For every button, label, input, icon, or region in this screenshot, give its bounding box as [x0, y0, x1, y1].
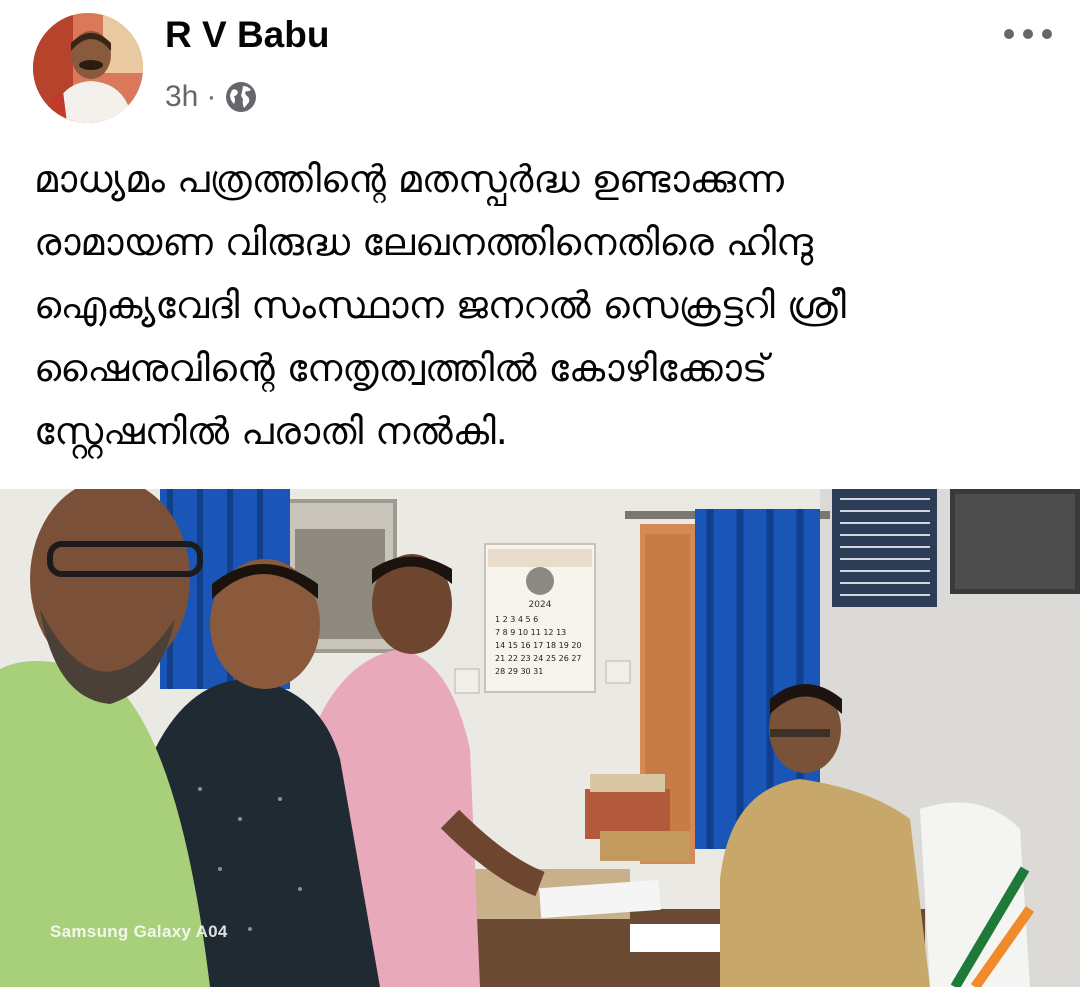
post-text-line: ഷൈനുവിന്റെ നേതൃത്വത്തിൽ കോഴിക്കോട്	[34, 346, 768, 390]
svg-text:21 22 23 24 25 26 27: 21 22 23 24 25 26 27	[495, 654, 582, 663]
author-name[interactable]: R V Babu	[165, 14, 329, 56]
avatar-image	[33, 13, 143, 123]
camera-watermark: Samsung Galaxy A04	[50, 922, 228, 941]
svg-text:7 8 9 10 11 12 13: 7 8 9 10 11 12 13	[495, 628, 566, 637]
more-options-icon[interactable]	[1002, 22, 1054, 46]
post-time[interactable]: 3h	[165, 80, 198, 114]
post-text-line: സ്റ്റേഷനിൽ പരാതി നൽകി.	[34, 409, 508, 453]
post-meta: 3h ·	[165, 80, 258, 114]
author-avatar[interactable]	[33, 13, 143, 123]
post-photo[interactable]: 2024 1 2 3 4 5 6 7 8 9 10 11 12 13 14 15…	[0, 489, 1080, 987]
globe-icon[interactable]	[224, 80, 258, 114]
post-text: മാധ്യമം പത്രത്തിന്റെ മതസ്പർദ്ധ ഉണ്ടാക്കു…	[34, 148, 1054, 463]
post-text-line: രാമായണ വിരുദ്ധ ലേഖനത്തിനെതിരെ ഹിന്ദു	[34, 220, 813, 264]
post-text-line: ഐക്യവേദി സംസ്ഥാന ജനറൽ സെക്രട്ടറി ശ്രീ	[34, 283, 846, 327]
post-text-line: മാധ്യമം പത്രത്തിന്റെ മതസ്പർദ്ധ ഉണ്ടാക്കു…	[34, 157, 784, 201]
photo-illustration: 2024 1 2 3 4 5 6 7 8 9 10 11 12 13 14 15…	[0, 489, 1080, 987]
svg-text:1 2 3 4 5 6: 1 2 3 4 5 6	[495, 615, 538, 624]
meta-separator: ·	[206, 80, 217, 113]
calendar-year: 2024	[529, 600, 552, 610]
wall-calendar: 2024 1 2 3 4 5 6 7 8 9 10 11 12 13 14 15…	[484, 543, 596, 693]
svg-text:28 29 30 31: 28 29 30 31	[495, 667, 543, 676]
svg-text:14 15 16 17 18 19 20: 14 15 16 17 18 19 20	[495, 641, 582, 650]
